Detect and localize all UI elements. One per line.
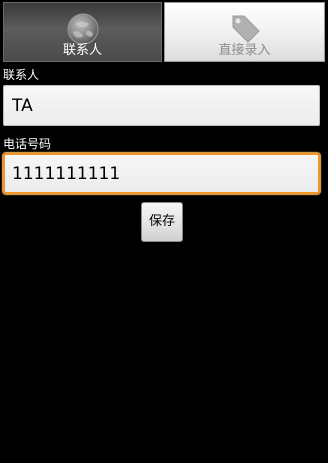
globe-icon: [65, 12, 101, 46]
tag-icon: [227, 12, 263, 46]
phone-label: 电话号码: [3, 137, 52, 151]
contact-label: 联系人: [3, 68, 40, 82]
tab-bar: 联系人 直接录入: [0, 0, 328, 64]
phone-input[interactable]: [3, 153, 320, 194]
tab-contacts-label: 联系人: [62, 43, 102, 58]
contact-input[interactable]: [3, 85, 320, 126]
tab-direct-entry-label: 直接录入: [218, 43, 271, 58]
save-button[interactable]: 保存: [141, 202, 183, 242]
tab-direct-entry[interactable]: 直接录入: [164, 2, 325, 62]
tab-contacts[interactable]: 联系人: [3, 2, 162, 62]
